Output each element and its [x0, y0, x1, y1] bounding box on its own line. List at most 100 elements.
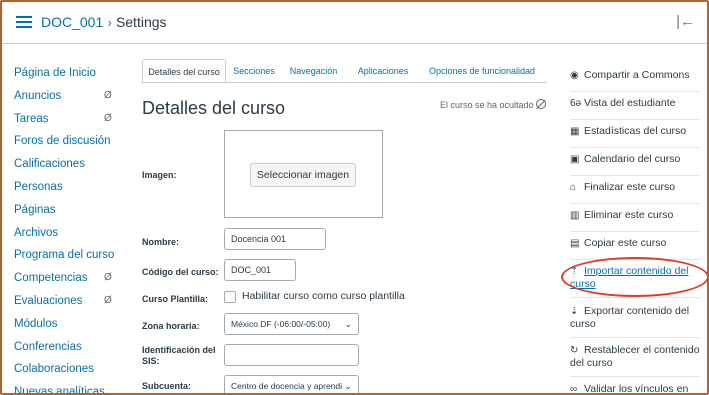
nav-item-label: Tareas	[14, 112, 49, 125]
tab-0[interactable]: Detalles del curso	[142, 59, 226, 83]
action-divider	[570, 91, 700, 92]
course-image-box: Seleccionar imagen	[224, 130, 383, 218]
timezone-select[interactable]: México DF (-06:00/-05:00) ⌄	[224, 313, 359, 335]
nav-item[interactable]: Páginas	[14, 201, 126, 224]
upload-icon: ⇡	[570, 266, 579, 277]
action-link[interactable]: ∞ Validar los vínculos en	[570, 383, 700, 395]
collapse-sidebar-icon[interactable]: |←	[676, 13, 695, 30]
subaccount-value: Centro de docencia y aprendi	[231, 381, 343, 391]
nav-item-label: Evaluaciones	[14, 294, 83, 307]
sis-label: Identificación del SIS:	[142, 345, 216, 366]
nav-item[interactable]: Nuevas analíticas	[14, 383, 126, 393]
nav-item-label: Módulos	[14, 317, 58, 330]
nav-item-label: Personas	[14, 180, 63, 193]
action-label: Validar los vínculos en	[584, 383, 689, 395]
action-label: Exportar contenido del curso	[570, 305, 690, 330]
hidden-eye-icon: Ø	[104, 89, 112, 101]
action-lock[interactable]: ⌂ Finalizar este curso	[570, 181, 700, 194]
sis-id-input[interactable]	[224, 344, 359, 366]
nav-item-label: Competencias	[14, 272, 88, 285]
course-code-label: Código del curso:	[142, 267, 219, 277]
nav-item-label: Calificaciones	[14, 158, 85, 171]
nav-item-label: Página de Inicio	[14, 67, 96, 79]
lock-icon: ⌂	[570, 182, 577, 193]
timezone-label: Zona horaria:	[142, 321, 200, 331]
download-icon: ⇣	[570, 306, 579, 317]
action-reset[interactable]: ↻ Restablecer el contenido del curso	[570, 344, 700, 370]
action-trash[interactable]: ▥ Eliminar este curso	[570, 209, 700, 222]
nav-item[interactable]: Evaluaciones Ø	[14, 292, 126, 315]
image-label: Imagen:	[142, 170, 177, 180]
breadcrumb-current: Settings	[115, 14, 167, 30]
nav-item[interactable]: Calificaciones	[14, 155, 126, 178]
nav-item[interactable]: Página de Inicio	[14, 64, 126, 87]
nav-item[interactable]: Archivos	[14, 224, 126, 247]
action-label: Finalizar este curso	[584, 181, 676, 193]
action-divider	[570, 147, 700, 148]
template-checkbox-label: Habilitar curso como curso plantilla	[242, 290, 405, 302]
action-divider	[570, 203, 700, 204]
action-label: Compartir a Commons	[584, 69, 690, 81]
nav-item[interactable]: Tareas Ø	[14, 110, 126, 133]
nav-item[interactable]: Foros de discusión	[14, 132, 126, 155]
name-label: Nombre:	[142, 237, 180, 247]
action-label: Copiar este curso	[584, 237, 667, 249]
action-copy[interactable]: ▤ Copiar este curso	[570, 237, 700, 250]
action-divider	[570, 337, 700, 338]
stats-icon: ▦	[570, 126, 580, 137]
action-download[interactable]: ⇣ Exportar contenido del curso	[570, 305, 700, 331]
action-label: Restablecer el contenido del curso	[570, 344, 700, 369]
subaccount-select[interactable]: Centro de docencia y aprendi ⌄	[224, 375, 359, 393]
nav-item-label: Páginas	[14, 203, 56, 216]
tab-3[interactable]: Aplicaciones	[349, 59, 417, 83]
subaccount-label: Subcuenta:	[142, 381, 192, 391]
nav-item[interactable]: Competencias Ø	[14, 269, 126, 292]
action-calendar[interactable]: ▣ Calendario del curso	[570, 153, 700, 166]
action-divider	[570, 119, 700, 120]
nav-item[interactable]: Anuncios Ø	[14, 87, 126, 110]
nav-item[interactable]: Personas	[14, 178, 126, 201]
course-navigation: Página de Inicio Anuncios Ø Tareas Ø Foros de…	[14, 64, 126, 393]
course-name-input[interactable]: Docencia 001	[224, 228, 326, 250]
nav-item[interactable]: Conferencias	[14, 338, 126, 361]
student-view-icon: 6ə	[570, 98, 582, 109]
action-divider	[570, 259, 700, 260]
tab-1[interactable]: Secciones	[228, 59, 280, 83]
trash-icon: ▥	[570, 210, 580, 221]
nav-item-label: Foros de discusión	[14, 135, 111, 148]
timezone-value: México DF (-06:00/-05:00)	[231, 319, 331, 329]
breadcrumb-separator: ›	[107, 14, 112, 30]
nav-item[interactable]: Colaboraciones	[14, 360, 126, 383]
hidden-eye-icon: Ø	[104, 294, 112, 306]
action-label: Importar contenido del curso	[570, 265, 689, 290]
nav-item-label: Archivos	[14, 226, 59, 239]
nav-item[interactable]: Módulos	[14, 315, 126, 338]
chevron-down-icon: ⌄	[344, 381, 352, 391]
reset-icon: ↻	[570, 345, 579, 356]
hamburger-menu-icon[interactable]	[16, 16, 32, 28]
select-image-button[interactable]: Seleccionar imagen	[250, 163, 356, 187]
top-bar: DOC_001 › Settings |←	[2, 2, 707, 44]
page-title: Detalles del curso	[142, 98, 286, 118]
action-stats[interactable]: ▦ Estadísticas del curso	[570, 125, 700, 138]
course-code-input[interactable]: DOC_001	[224, 259, 296, 281]
nav-item-label: Programa del curso	[14, 249, 115, 262]
tab-2[interactable]: Navegación	[285, 59, 342, 83]
template-checkbox[interactable]	[224, 291, 236, 303]
breadcrumb-course-link[interactable]: DOC_001	[41, 14, 103, 30]
action-eye[interactable]: ◉ Compartir a Commons	[570, 69, 700, 82]
chevron-down-icon: ⌄	[344, 319, 352, 329]
nav-item-label: Anuncios	[14, 89, 62, 102]
hidden-eye-icon: Ø	[104, 272, 112, 284]
breadcrumb: DOC_001 › Settings	[41, 14, 167, 30]
course-hidden-text: El curso se ha ocultado	[440, 100, 534, 110]
action-divider	[570, 376, 700, 377]
action-label: Vista del estudiante	[584, 97, 676, 109]
action-upload[interactable]: ⇡ Importar contenido del curso	[570, 265, 700, 291]
calendar-icon: ▣	[570, 154, 580, 165]
action-divider	[570, 175, 700, 176]
tab-4[interactable]: Opciones de funcionalidad	[421, 59, 543, 83]
action-student-view[interactable]: 6ə Vista del estudiante	[570, 97, 700, 110]
nav-item[interactable]: Programa del curso	[14, 246, 126, 269]
nav-item-label: Conferencias	[14, 340, 82, 353]
